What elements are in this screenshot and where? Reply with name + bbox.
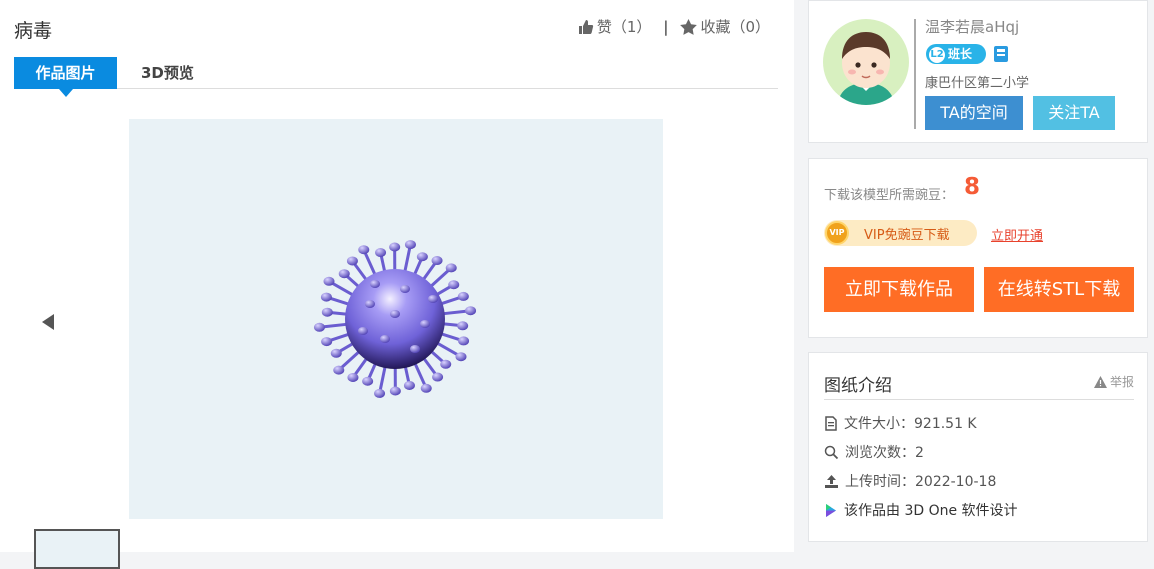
upload-time: 上传时间：2022-10-18 [845,471,996,491]
like-button[interactable]: 赞（1） [578,16,652,37]
work-title: 病毒 [14,16,52,43]
image-viewer [129,119,663,519]
download-button[interactable]: 立即下载作品 [824,267,974,312]
like-label: 赞 [597,18,612,36]
level-title: 班长 [948,47,972,61]
work-panel: 病毒 赞（1） | 收藏（0） 作品图片 3D预览 [0,0,794,552]
file-size-row: 文件大小：921.51 K [824,413,977,433]
software-row: 该作品由 3D One 软件设计 [824,500,1018,520]
file-size: 文件大小：921.51 K [844,413,977,433]
vip-free-download[interactable]: VIP VIP免豌豆下载 [824,220,977,246]
follow-button[interactable]: 关注TA [1033,96,1115,130]
tab-3d-preview[interactable]: 3D预览 [141,57,194,89]
avatar[interactable] [823,19,909,105]
intro-divider [824,399,1134,400]
vip-icon: VIP [825,221,849,245]
software-note: 该作品由 3D One 软件设计 [844,500,1018,520]
3d-one-logo-icon [824,503,838,518]
level-badge: L2班长 [926,44,986,64]
author-name[interactable]: 温李若晨aHqj [925,16,1019,37]
favorite-label: 收藏 [700,18,730,36]
divider [914,19,916,129]
thumbnail-image[interactable] [34,529,120,569]
intro-title: 图纸介绍 [824,371,892,396]
download-card: 下载该模型所需豌豆： 8 VIP VIP免豌豆下载 立即开通 立即下载作品 在线… [808,158,1148,338]
report-label: 举报 [1110,375,1134,389]
actions-separator: | [663,18,668,36]
vip-open-link[interactable]: 立即开通 [991,225,1043,244]
intro-card: 图纸介绍 举报 文件大小：921.51 K 浏览次数：2 上传时间：2022-1… [808,352,1148,542]
virus-model-image [129,119,663,519]
view-count: 浏览次数：2 [845,442,924,462]
author-school: 康巴什区第二小学 [925,72,1029,91]
views-row: 浏览次数：2 [824,442,924,462]
book-icon [992,45,1010,63]
file-icon [824,416,838,431]
tab-work-images[interactable]: 作品图片 [14,57,117,89]
vip-label: VIP免豌豆下载 [864,224,950,243]
favorite-count: （0） [730,18,770,36]
beans-label: 下载该模型所需豌豆： [824,184,954,203]
work-actions: 赞（1） | 收藏（0） [578,16,770,37]
star-icon [680,19,697,35]
thumbs-up-icon [578,19,594,35]
upload-time-row: 上传时间：2022-10-18 [824,471,996,491]
report-button[interactable]: 举报 [1094,373,1134,390]
convert-stl-button[interactable]: 在线转STL下载 [984,267,1134,312]
favorite-button[interactable]: 收藏（0） [680,16,770,37]
tab-bar: 作品图片 3D预览 [14,57,778,89]
author-card: 温李若晨aHqj L2班长 康巴什区第二小学 TA的空间 关注TA [808,0,1148,143]
level-icon: L2 [929,47,945,63]
ta-space-button[interactable]: TA的空间 [925,96,1023,130]
warning-icon [1094,376,1107,388]
upload-icon [824,474,839,489]
like-count: （1） [612,18,652,36]
beans-value: 8 [964,174,980,200]
view-search-icon [824,445,839,460]
previous-image-arrow-icon[interactable] [42,314,54,330]
